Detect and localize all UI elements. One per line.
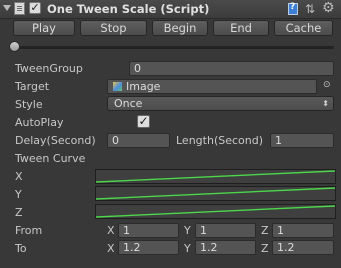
layout-icon[interactable]: ⇅ [305, 2, 315, 16]
foldout-arrow-icon[interactable] [3, 5, 11, 11]
delay-input[interactable]: 0 [107, 133, 170, 148]
begin-button[interactable]: Begin [152, 20, 208, 36]
from-y-input[interactable]: 1 [195, 223, 256, 238]
to-x-input[interactable]: 1.2 [118, 240, 179, 255]
component-header[interactable]: ✓ One Tween Scale (Script) ⇅ ⚙ [0, 0, 341, 19]
image-object-icon [112, 81, 123, 92]
length-label: Length(Second) [176, 134, 264, 147]
end-button[interactable]: End [213, 20, 269, 36]
delay-label: Delay(Second) [15, 134, 96, 147]
style-dropdown[interactable]: Once ⬍ [107, 96, 334, 111]
autoplay-checkbox[interactable]: ✓ [137, 115, 150, 128]
enable-checkbox[interactable]: ✓ [29, 2, 41, 14]
to-x-axis-label: X [107, 242, 115, 255]
to-y-axis-label: Y [184, 242, 191, 255]
to-z-axis-label: Z [261, 242, 269, 255]
help-book-icon[interactable] [288, 2, 298, 15]
target-label: Target [15, 80, 50, 93]
gear-icon[interactable]: ⚙ [322, 0, 335, 16]
from-x-axis-label: X [107, 224, 115, 237]
dropdown-arrow-icon: ⬍ [322, 99, 329, 108]
progress-slider-thumb[interactable] [9, 41, 20, 52]
from-label: From [15, 224, 43, 237]
script-icon [14, 2, 25, 15]
curve-y-field[interactable] [95, 186, 336, 201]
play-button[interactable]: Play [13, 20, 75, 36]
progress-slider-track[interactable] [12, 46, 334, 49]
curve-x-field[interactable] [95, 169, 336, 184]
curve-x-label: X [15, 170, 23, 183]
curve-z-label: Z [15, 206, 23, 219]
to-label: To [15, 242, 27, 255]
from-z-axis-label: Z [261, 224, 269, 237]
to-y-input[interactable]: 1.2 [195, 240, 256, 255]
tween-curve-label: Tween Curve [15, 152, 86, 165]
object-picker-icon[interactable]: ⊙ [323, 80, 331, 90]
curve-z-graph [96, 205, 335, 218]
from-z-input[interactable]: 1 [272, 223, 334, 238]
tween-group-label: TweenGroup [15, 62, 83, 75]
target-object-field[interactable]: Image [107, 79, 317, 94]
autoplay-label: AutoPlay [15, 116, 64, 129]
curve-x-graph [96, 170, 335, 183]
from-x-input[interactable]: 1 [118, 223, 179, 238]
component-title: One Tween Scale (Script) [47, 2, 210, 16]
target-value: Image [126, 80, 161, 93]
curve-z-field[interactable] [95, 204, 336, 219]
curve-y-label: Y [15, 188, 22, 201]
style-label: Style [15, 98, 43, 111]
stop-button[interactable]: Stop [80, 20, 147, 36]
to-z-input[interactable]: 1.2 [272, 240, 334, 255]
tween-group-input[interactable]: 0 [129, 61, 334, 76]
style-value: Once [114, 97, 143, 110]
cache-button[interactable]: Cache [274, 20, 333, 36]
length-input[interactable]: 1 [270, 133, 334, 148]
from-y-axis-label: Y [184, 224, 191, 237]
curve-y-graph [96, 187, 335, 200]
